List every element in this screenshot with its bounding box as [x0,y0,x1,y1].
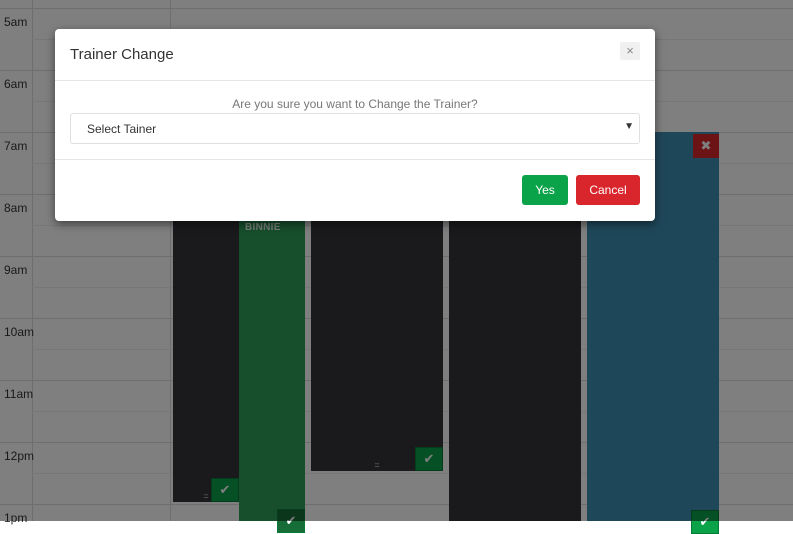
caret-down-icon: ▼ [624,121,634,132]
yes-button[interactable]: Yes [522,175,568,205]
modal-title: Trainer Change [70,46,174,63]
close-icon[interactable]: × [620,42,640,60]
trainer-select[interactable]: Select Tainer ▼ [70,113,640,144]
trainer-select-value: Select Tainer [87,122,157,136]
cancel-button[interactable]: Cancel [576,175,640,205]
modal-header: Trainer Change × [55,29,655,81]
trainer-change-modal: Trainer Change × Are you sure you want t… [55,29,655,221]
modal-body: Are you sure you want to Change the Trai… [55,81,655,160]
confirm-question: Are you sure you want to Change the Trai… [232,97,478,111]
